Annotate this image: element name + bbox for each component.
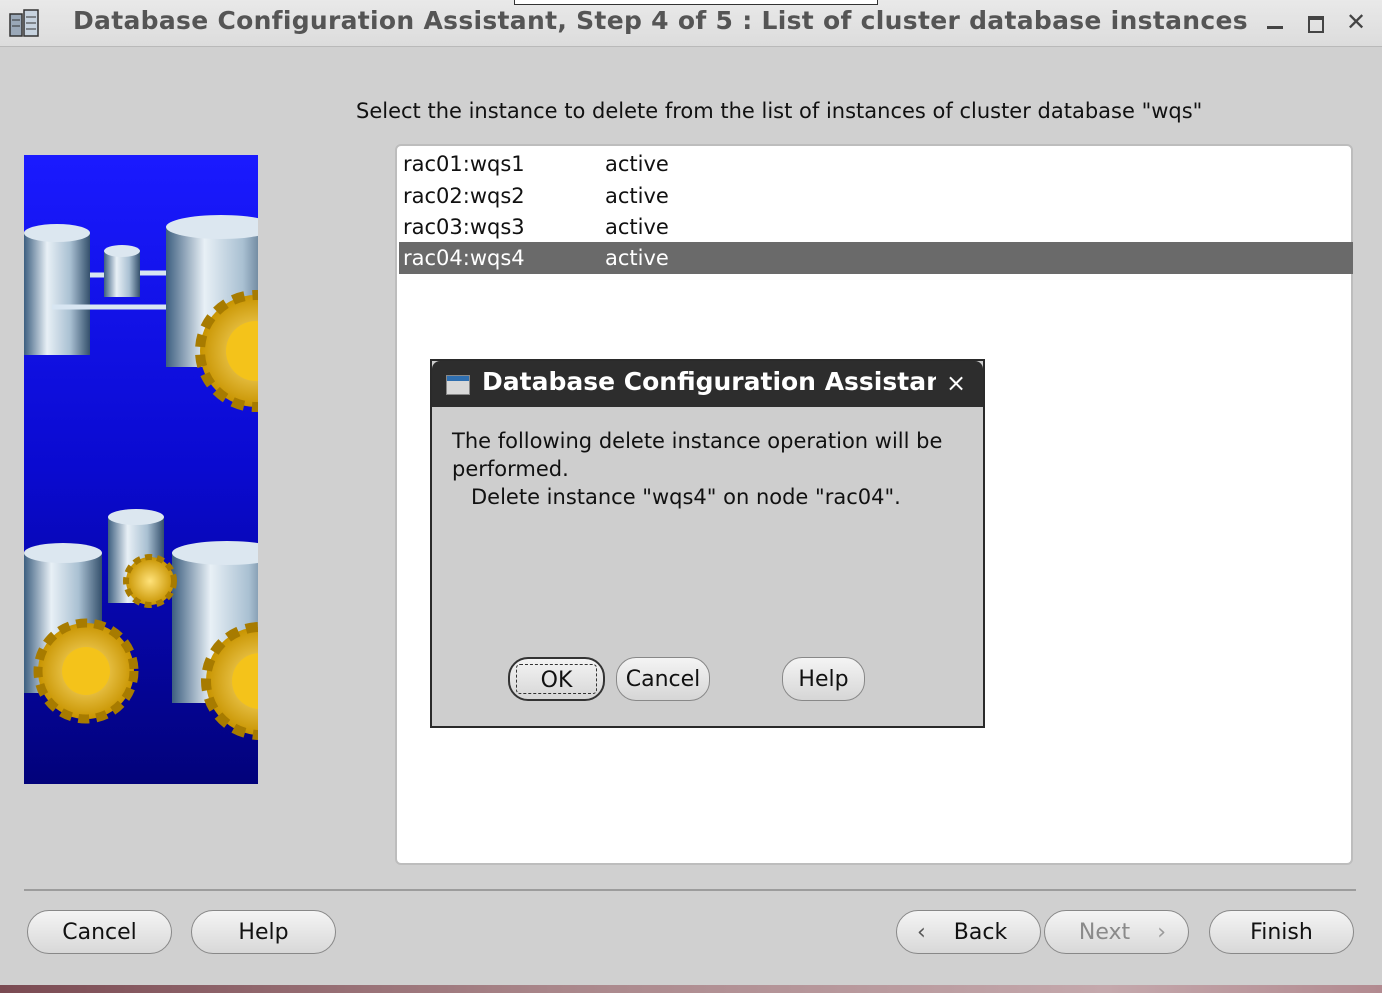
instance-status: active xyxy=(605,184,669,208)
instance-prompt: Select the instance to delete from the l… xyxy=(356,99,1203,123)
chevron-left-icon: ‹ xyxy=(917,920,926,945)
dialog-cancel-button[interactable]: Cancel xyxy=(616,657,710,701)
dialog-message-line: performed. xyxy=(452,457,569,481)
instance-name: rac02:wqs2 xyxy=(403,184,525,208)
title-notch xyxy=(514,0,878,5)
dialog-message-detail: Delete instance "wqs4" on node "rac04". xyxy=(471,485,901,509)
cancel-button[interactable]: Cancel xyxy=(27,910,172,954)
dialog-message: The following delete instance operation … xyxy=(452,427,962,511)
close-icon[interactable]: ✕ xyxy=(1341,6,1371,38)
instance-row[interactable]: rac03:wqs3 active xyxy=(399,211,1353,243)
instance-status: active xyxy=(605,246,669,270)
next-button-label: Next xyxy=(1078,920,1131,945)
finish-button[interactable]: Finish xyxy=(1209,910,1354,954)
window-titlebar: Database Configuration Assistant, Step 4… xyxy=(0,0,1382,47)
instance-name: rac04:wqs4 xyxy=(403,246,525,270)
database-gears-illustration xyxy=(24,155,258,784)
minimize-icon[interactable] xyxy=(1260,6,1290,38)
dialog-ok-button[interactable]: OK xyxy=(508,657,605,701)
help-button[interactable]: Help xyxy=(191,910,336,954)
dialog-ok-label: OK xyxy=(540,668,573,693)
database-app-icon xyxy=(9,9,39,37)
maximize-icon[interactable] xyxy=(1300,6,1330,38)
footer-separator xyxy=(24,889,1356,891)
confirm-delete-dialog: Database Configuration Assistant × The f… xyxy=(430,359,985,728)
instance-status: active xyxy=(605,152,669,176)
window-title: Database Configuration Assistant, Step 4… xyxy=(73,6,1248,35)
instance-row-selected[interactable]: rac04:wqs4 active xyxy=(399,242,1353,274)
dialog-close-icon[interactable]: × xyxy=(946,369,966,397)
instance-name: rac01:wqs1 xyxy=(403,152,525,176)
next-button[interactable]: Next › xyxy=(1044,910,1189,954)
back-button[interactable]: ‹ Back xyxy=(896,910,1041,954)
dialog-message-line: The following delete instance operation … xyxy=(452,429,943,453)
chevron-right-icon: › xyxy=(1157,920,1166,945)
instance-row[interactable]: rac02:wqs2 active xyxy=(399,180,1353,212)
dialog-titlebar: Database Configuration Assistant × xyxy=(432,361,983,407)
dialog-help-button[interactable]: Help xyxy=(782,657,865,701)
desktop-background-strip xyxy=(0,985,1382,993)
instance-row[interactable]: rac01:wqs1 active xyxy=(399,148,1353,180)
dialog-title: Database Configuration Assistant xyxy=(482,367,936,396)
back-button-label: Back xyxy=(953,920,1008,945)
window-icon xyxy=(446,375,470,395)
instance-status: active xyxy=(605,215,669,239)
instance-name: rac03:wqs3 xyxy=(403,215,525,239)
